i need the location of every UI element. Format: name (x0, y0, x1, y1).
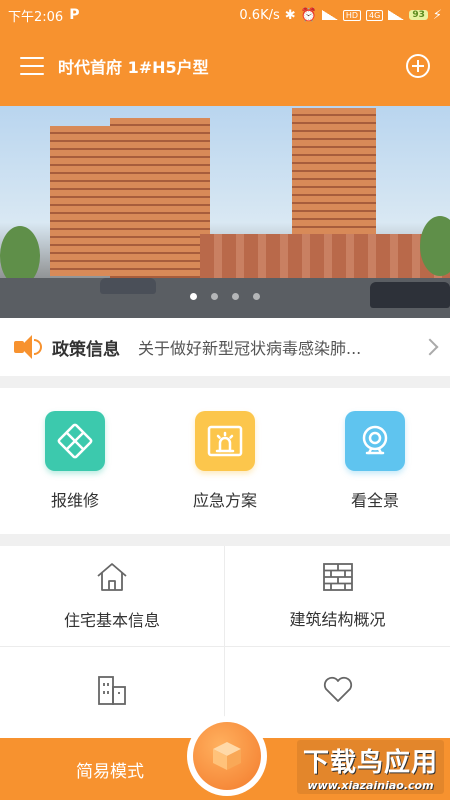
repair-button[interactable]: 报维修 (15, 411, 135, 511)
parking-app-icon: P (69, 7, 80, 23)
heart-icon (323, 676, 352, 702)
banner-lowrise (200, 234, 450, 282)
carousel-dot[interactable] (190, 293, 197, 300)
signal-icon (321, 10, 338, 20)
speaker-icon (14, 335, 42, 359)
building-icon (98, 676, 126, 705)
network-type-badge: 4G (366, 9, 384, 21)
app-header: 时代首府 1#H5户型 (0, 30, 450, 106)
banner-tree (0, 226, 40, 286)
carousel-dot[interactable] (211, 293, 218, 300)
menu-icon[interactable] (20, 57, 44, 75)
signal-icon-2 (388, 10, 405, 20)
alarm-icon: ⏰ (300, 7, 317, 23)
hd-badge: HD (342, 9, 362, 21)
housing-info-label: 住宅基本信息 (63, 611, 160, 630)
camera-icon (345, 411, 405, 471)
status-time: 下午2:06 (8, 9, 64, 25)
battery-icon: 93 (409, 10, 428, 20)
banner-carousel[interactable] (0, 106, 450, 318)
building-item[interactable] (0, 647, 225, 748)
bluetooth-icon: ✱ (284, 7, 296, 23)
notice-text[interactable]: 关于做好新型冠状病毒感染肺... (130, 335, 414, 359)
notice-label: 政策信息 (52, 339, 120, 360)
housing-info-item[interactable]: 住宅基本信息 (0, 546, 225, 647)
policy-notice-bar[interactable]: 政策信息 关于做好新型冠状病毒感染肺... (0, 318, 450, 376)
center-fab-button[interactable] (187, 716, 267, 796)
watermark-url: www.xiazainiao.com (307, 779, 434, 792)
cube-icon (193, 722, 261, 790)
building-structure-item[interactable]: 建筑结构概况 (225, 546, 450, 647)
building-structure-label: 建筑结构概况 (289, 610, 386, 629)
carousel-dot[interactable] (232, 293, 239, 300)
status-bar: 下午2:06 P 0.6K/s ✱ ⏰ HD 4G 93 ⚡ (0, 0, 450, 30)
watermark-main: 下载鸟应用 (302, 748, 438, 778)
emergency-plan-label: 应急方案 (192, 491, 257, 510)
simple-mode-button[interactable]: 简易模式 (76, 757, 144, 782)
panorama-button[interactable]: 看全景 (315, 411, 435, 511)
alarm-light-icon (195, 411, 255, 471)
brick-wall-icon (322, 563, 353, 591)
network-speed: 0.6K/s (239, 7, 280, 23)
charging-icon: ⚡ (432, 7, 442, 23)
page-title: 时代首府 1#H5户型 (58, 58, 209, 77)
emergency-plan-button[interactable]: 应急方案 (165, 411, 285, 511)
watermark: 下载鸟应用 www.xiazainiao.com (296, 740, 444, 794)
banner-car (100, 278, 156, 294)
house-icon (97, 563, 127, 591)
panorama-label: 看全景 (350, 491, 399, 510)
quick-actions: 报维修 应急方案 看全景 (0, 388, 450, 534)
add-icon[interactable] (406, 54, 430, 78)
carousel-dot[interactable] (253, 293, 260, 300)
repair-label: 报维修 (50, 491, 99, 510)
chevron-right-icon[interactable] (421, 338, 439, 356)
carousel-indicator (0, 293, 450, 300)
banner-tower-left (50, 126, 110, 276)
banner-tower-center (110, 118, 210, 278)
repair-tools-icon (45, 411, 105, 471)
